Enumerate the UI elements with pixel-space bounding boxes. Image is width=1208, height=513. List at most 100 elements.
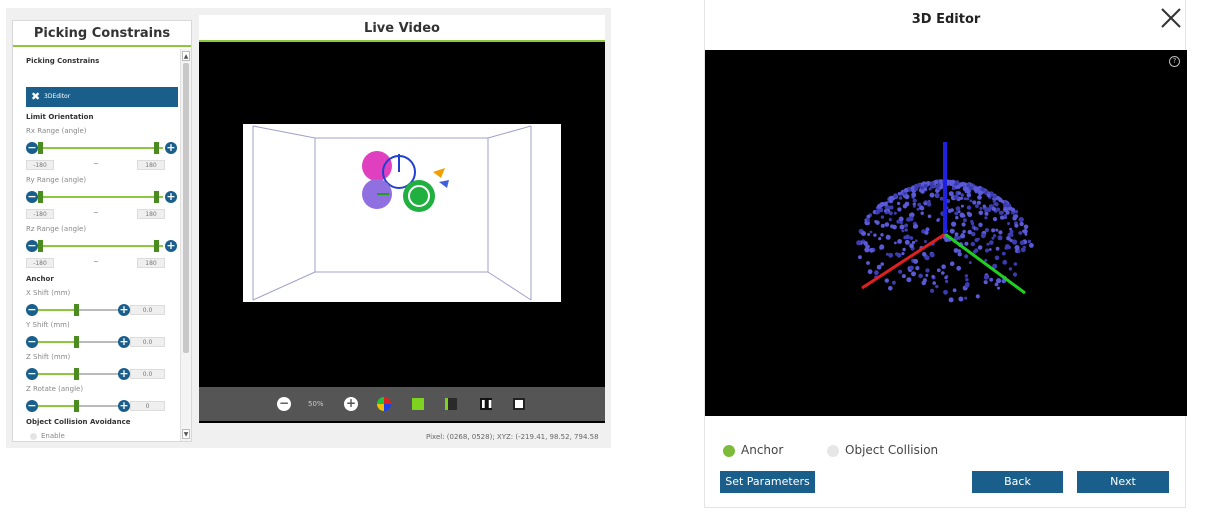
rz-decrease-icon[interactable]: − bbox=[26, 240, 38, 252]
rx-tilde: ~ bbox=[93, 160, 99, 168]
cloud-point bbox=[901, 252, 905, 256]
rx-increase-icon[interactable]: + bbox=[165, 142, 177, 154]
y-shift-decrease-icon[interactable]: − bbox=[26, 336, 38, 348]
cloud-point bbox=[993, 202, 997, 206]
cloud-point bbox=[1013, 262, 1018, 266]
x-shift-decrease-icon[interactable]: − bbox=[26, 304, 38, 316]
cloud-point bbox=[904, 223, 909, 228]
zoom-out-icon[interactable]: − bbox=[277, 397, 291, 411]
z-shift-handle[interactable] bbox=[74, 368, 79, 380]
step-icon[interactable] bbox=[445, 398, 457, 410]
cloud-point bbox=[880, 262, 884, 266]
ry-max-handle[interactable] bbox=[154, 191, 159, 203]
y-shift-handle[interactable] bbox=[74, 336, 79, 348]
cloud-point bbox=[953, 248, 959, 253]
z-shift-increase-icon[interactable]: + bbox=[118, 368, 130, 380]
cloud-point bbox=[913, 224, 919, 229]
cloud-point bbox=[936, 218, 940, 222]
cloud-point bbox=[903, 188, 909, 193]
cloud-point bbox=[976, 200, 981, 205]
video-frame[interactable] bbox=[243, 124, 561, 302]
collision-radio[interactable] bbox=[827, 445, 839, 457]
anchor-radio[interactable] bbox=[723, 445, 735, 457]
snapshot-icon[interactable] bbox=[513, 398, 525, 410]
ry-max-field[interactable]: 180 bbox=[137, 209, 165, 219]
cloud-point bbox=[911, 271, 916, 277]
cloud-point bbox=[888, 252, 894, 258]
cloud-point bbox=[912, 204, 916, 208]
3d-viewer[interactable]: ? bbox=[705, 50, 1187, 416]
scroll-up-icon[interactable]: ▲ bbox=[182, 51, 190, 61]
cloud-point bbox=[996, 207, 1001, 212]
rz-max-handle[interactable] bbox=[154, 240, 159, 252]
ry-decrease-icon[interactable]: − bbox=[26, 191, 38, 203]
cloud-point bbox=[993, 234, 997, 238]
y-shift-field[interactable]: 0.0 bbox=[130, 337, 165, 347]
cloud-point bbox=[984, 258, 988, 262]
cloud-point bbox=[898, 196, 903, 200]
rz-increase-icon[interactable]: + bbox=[165, 240, 177, 252]
cloud-point bbox=[917, 202, 922, 207]
z-shift-decrease-icon[interactable]: − bbox=[26, 368, 38, 380]
rz-min-field[interactable]: -180 bbox=[26, 258, 54, 268]
scroll-thumb[interactable] bbox=[183, 63, 189, 353]
y-shift-track-fill bbox=[38, 341, 76, 343]
rz-max-field[interactable]: 180 bbox=[137, 258, 165, 268]
zoom-in-icon[interactable]: + bbox=[344, 397, 358, 411]
rx-min-field[interactable]: -180 bbox=[26, 160, 54, 170]
cloud-point bbox=[892, 280, 896, 285]
cloud-point bbox=[968, 261, 972, 265]
cloud-point bbox=[989, 277, 994, 282]
cloud-point bbox=[962, 229, 966, 234]
x-shift-field[interactable]: 0.0 bbox=[130, 305, 165, 315]
y-shift-increase-icon[interactable]: + bbox=[118, 336, 130, 348]
cloud-point bbox=[978, 210, 984, 216]
cloud-point bbox=[958, 296, 964, 302]
ry-range-slider[interactable]: − + bbox=[26, 190, 178, 204]
pause-icon[interactable]: ❚❚ bbox=[480, 398, 493, 410]
cloud-point bbox=[909, 265, 914, 271]
ry-increase-icon[interactable]: + bbox=[165, 191, 177, 203]
cloud-point bbox=[1014, 245, 1020, 251]
panel-scrollbar[interactable]: ▲ ▼ bbox=[180, 49, 191, 441]
play-icon[interactable] bbox=[412, 398, 424, 410]
cloud-point bbox=[897, 192, 901, 196]
cloud-point bbox=[875, 209, 880, 215]
set-parameters-button[interactable]: Set Parameters bbox=[720, 471, 815, 493]
z-rotate-increase-icon[interactable]: + bbox=[118, 400, 130, 412]
cloud-point bbox=[966, 211, 971, 216]
z-rotate-handle[interactable] bbox=[74, 400, 79, 412]
enable-checkbox[interactable] bbox=[30, 433, 37, 440]
z-rotate-decrease-icon[interactable]: − bbox=[26, 400, 38, 412]
bin-edge-line bbox=[487, 271, 532, 301]
3d-editor-button[interactable]: ✖ 3DEditor bbox=[26, 87, 178, 107]
help-icon[interactable]: ? bbox=[1169, 56, 1180, 67]
cloud-point bbox=[856, 240, 862, 246]
rx-decrease-icon[interactable]: − bbox=[26, 142, 38, 154]
editor-x-icon: ✖ bbox=[31, 90, 41, 103]
close-icon[interactable] bbox=[1159, 6, 1183, 30]
z-shift-field[interactable]: 0.0 bbox=[130, 369, 165, 379]
scroll-down-icon[interactable]: ▼ bbox=[182, 429, 190, 439]
next-button[interactable]: Next bbox=[1077, 471, 1169, 493]
x-shift-increase-icon[interactable]: + bbox=[118, 304, 130, 316]
cloud-point bbox=[989, 240, 994, 245]
color-mode-icon[interactable] bbox=[377, 397, 391, 411]
cloud-point bbox=[970, 219, 974, 224]
z-rotate-field[interactable]: 0 bbox=[130, 401, 165, 411]
cloud-point bbox=[874, 270, 879, 276]
cloud-point bbox=[925, 227, 930, 232]
rx-max-field[interactable]: 180 bbox=[137, 160, 165, 170]
cloud-point bbox=[975, 226, 979, 231]
cloud-point bbox=[975, 204, 979, 209]
rx-min-handle[interactable] bbox=[38, 142, 43, 154]
rx-max-handle[interactable] bbox=[154, 142, 159, 154]
rz-min-handle[interactable] bbox=[38, 240, 43, 252]
ry-min-field[interactable]: -180 bbox=[26, 209, 54, 219]
back-button[interactable]: Back bbox=[972, 471, 1063, 493]
rz-range-slider[interactable]: − + bbox=[26, 239, 178, 253]
rx-range-slider[interactable]: − + bbox=[26, 141, 178, 155]
cloud-point bbox=[904, 201, 910, 207]
x-shift-handle[interactable] bbox=[74, 304, 79, 316]
ry-min-handle[interactable] bbox=[38, 191, 43, 203]
